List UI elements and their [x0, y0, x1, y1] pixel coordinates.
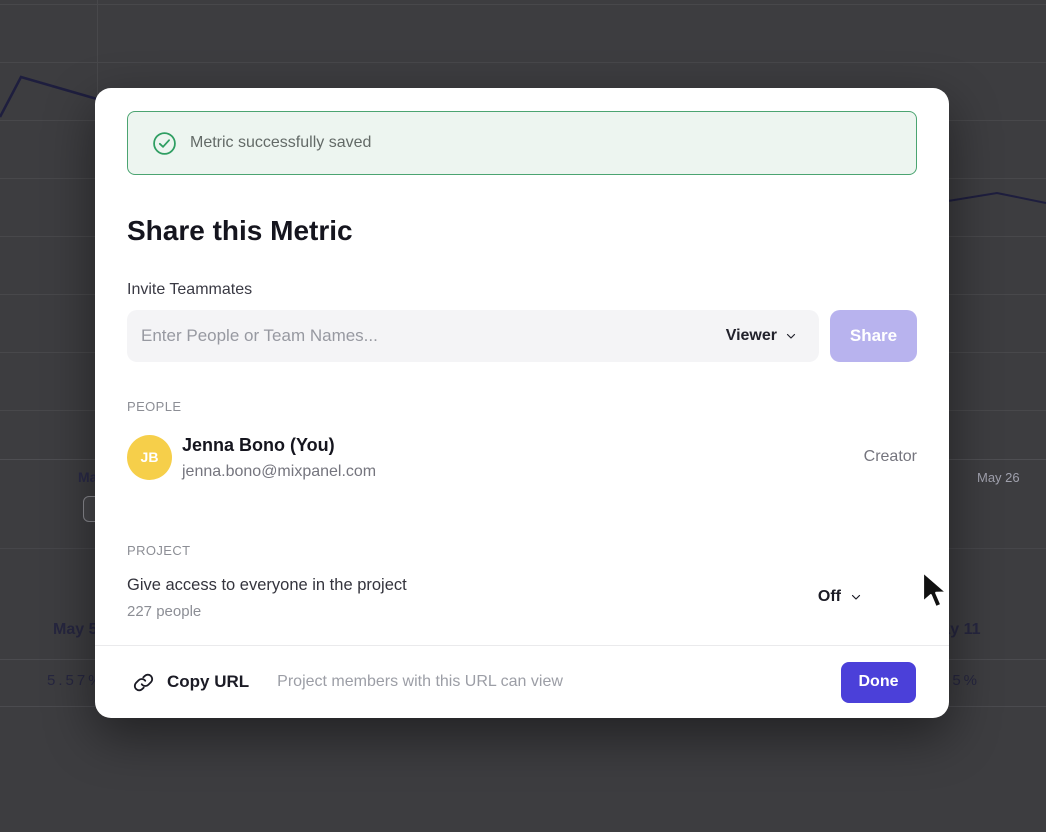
project-access-title: Give access to everyone in the project — [127, 575, 818, 596]
person-row: JB Jenna Bono (You) jenna.bono@mixpanel.… — [127, 434, 917, 481]
modal-title: Share this Metric — [127, 215, 353, 247]
banner-message: Metric successfully saved — [190, 134, 371, 152]
role-dropdown[interactable]: Viewer — [718, 321, 805, 351]
person-email: jenna.bono@mixpanel.com — [182, 463, 864, 481]
x-axis-tick-label: May 26 — [977, 470, 1020, 485]
check-circle-icon — [152, 131, 177, 156]
project-people-count: 227 people — [127, 603, 818, 620]
success-banner: Metric successfully saved — [127, 111, 917, 175]
person-role: Creator — [864, 448, 917, 466]
share-metric-modal: Metric successfully saved Share this Met… — [95, 88, 949, 718]
done-button[interactable]: Done — [841, 662, 916, 703]
project-access-info: Give access to everyone in the project 2… — [127, 575, 818, 620]
copy-url-label: Copy URL — [167, 672, 249, 692]
chevron-down-icon — [785, 330, 797, 342]
invite-input-container: Viewer — [127, 310, 819, 362]
table-date-header: May 5 — [53, 621, 97, 639]
chevron-down-icon — [850, 591, 862, 603]
avatar: JB — [127, 435, 172, 480]
project-access-row: Give access to everyone in the project 2… — [127, 575, 917, 620]
project-access-dropdown[interactable]: Off — [818, 588, 862, 606]
link-icon — [133, 672, 154, 693]
project-section-label: PROJECT — [127, 543, 190, 558]
role-dropdown-value: Viewer — [726, 327, 777, 345]
copy-url-button[interactable]: Copy URL — [133, 672, 249, 693]
url-permission-hint: Project members with this URL can view — [277, 673, 841, 691]
modal-footer: Copy URL Project members with this URL c… — [95, 645, 949, 718]
person-info: Jenna Bono (You) jenna.bono@mixpanel.com — [182, 434, 864, 481]
invite-people-input[interactable] — [141, 326, 718, 346]
person-name: Jenna Bono (You) — [182, 434, 864, 457]
share-button[interactable]: Share — [830, 310, 917, 362]
invite-teammates-label: Invite Teammates — [127, 281, 252, 299]
project-access-value: Off — [818, 588, 841, 606]
people-section-label: PEOPLE — [127, 399, 181, 414]
